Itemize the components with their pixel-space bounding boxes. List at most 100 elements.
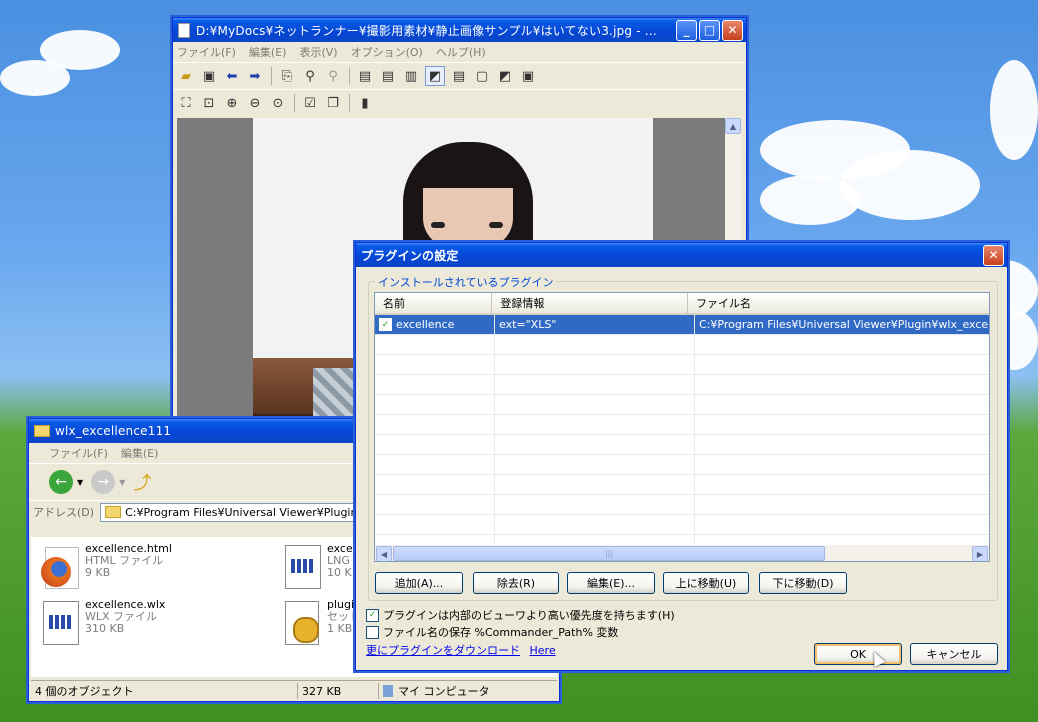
toolbar-separator bbox=[349, 94, 350, 112]
toolbar-separator bbox=[294, 94, 295, 112]
scroll-right-icon[interactable]: ▶ bbox=[972, 546, 988, 561]
rtf-mode-icon[interactable]: ◩ bbox=[496, 67, 514, 85]
scroll-left-icon[interactable]: ◀ bbox=[376, 546, 392, 561]
document-icon bbox=[279, 543, 323, 591]
file-item[interactable]: plugi セット 1 KB bbox=[279, 599, 360, 647]
save-icon[interactable]: ▣ bbox=[200, 67, 218, 85]
fit-window-icon[interactable]: ⛶ bbox=[177, 94, 195, 112]
toolbar-separator bbox=[271, 67, 272, 85]
cancel-button[interactable]: キャンセル bbox=[910, 643, 998, 665]
installed-plugins-group: インストールされているプラグイン 名前 登録情報 ファイル名 ✓ excelle… bbox=[368, 274, 998, 601]
row-file: C:¥Program Files¥Universal Viewer¥Plugin… bbox=[699, 318, 989, 331]
ok-button[interactable]: OK bbox=[814, 643, 902, 665]
copy-icon[interactable]: ⎘ bbox=[278, 67, 296, 85]
list-header: 名前 登録情報 ファイル名 bbox=[375, 293, 989, 315]
file-size: 310 KB bbox=[85, 622, 125, 635]
web-mode-icon[interactable]: ▢ bbox=[473, 67, 491, 85]
document-icon bbox=[37, 599, 81, 647]
back-arrow-icon[interactable]: ⬅ bbox=[223, 67, 241, 85]
maximize-button[interactable]: □ bbox=[699, 19, 720, 41]
status-location: マイ コンピュータ bbox=[379, 683, 553, 699]
file-size: 10 K bbox=[327, 566, 352, 579]
zoom-in-icon[interactable]: ⊕ bbox=[223, 94, 241, 112]
download-links: 更にプラグインをダウンロード Here bbox=[366, 642, 556, 658]
zoom-out-icon[interactable]: ⊖ bbox=[246, 94, 264, 112]
toolbar-separator bbox=[349, 67, 350, 85]
menu-options[interactable]: オプション(O) bbox=[351, 44, 423, 60]
forward-dropdown-icon[interactable]: ▼ bbox=[119, 478, 125, 487]
address-value: C:¥Program Files¥Universal Viewer¥Plugin… bbox=[125, 505, 374, 519]
binary-mode-icon[interactable]: ▤ bbox=[379, 67, 397, 85]
media-mode-icon[interactable]: ▤ bbox=[450, 67, 468, 85]
window-icon[interactable]: ❐ bbox=[324, 94, 342, 112]
plugin-mode-icon[interactable]: ▣ bbox=[519, 67, 537, 85]
viewer-title: D:¥MyDocs¥ネットランナー¥撮影用素材¥静止画像サンプル¥はいてない3.… bbox=[196, 23, 657, 38]
menu-edit[interactable]: 編集(E) bbox=[249, 44, 287, 60]
forward-arrow-icon[interactable]: ➡ bbox=[246, 67, 264, 85]
back-button[interactable]: ← bbox=[49, 470, 73, 494]
close-button[interactable]: ✕ bbox=[983, 244, 1004, 266]
move-up-button[interactable]: 上に移動(U) bbox=[663, 572, 749, 594]
row-info: ext="XLS" bbox=[495, 315, 695, 334]
menu-help[interactable]: ヘルプ(H) bbox=[436, 44, 486, 60]
document-icon bbox=[178, 22, 190, 38]
up-folder-icon[interactable]: ⤴ bbox=[133, 469, 151, 495]
viewer-menubar: ファイル(F) 編集(E) 表示(V) オプション(O) ヘルプ(H) bbox=[173, 42, 746, 62]
settings-check-icon[interactable]: ☑ bbox=[301, 94, 319, 112]
status-location-label: マイ コンピュータ bbox=[398, 685, 490, 698]
back-dropdown-icon[interactable]: ▼ bbox=[77, 478, 83, 487]
original-size-icon[interactable]: ⊡ bbox=[200, 94, 218, 112]
commander-path-option[interactable]: ファイル名の保存 %Commander_Path% 変数 bbox=[366, 624, 618, 640]
find-icon[interactable]: ⚲ bbox=[301, 67, 319, 85]
scroll-thumb[interactable]: ||| bbox=[393, 546, 825, 561]
remove-button[interactable]: 除去(R) bbox=[473, 572, 559, 594]
explorer-menu-file[interactable]: ファイル(F) bbox=[49, 445, 108, 461]
computer-icon bbox=[383, 685, 393, 697]
row-name: excellence bbox=[396, 318, 455, 331]
viewer-toolbar-1: ▰ ▣ ⬅ ➡ ⎘ ⚲ ⚲ ▤ ▤ ▥ ◩ ▤ ▢ ◩ ▣ bbox=[173, 62, 746, 89]
image-mode-icon[interactable]: ◩ bbox=[425, 66, 445, 86]
add-button[interactable]: 追加(A)... bbox=[375, 572, 463, 594]
hex-mode-icon[interactable]: ▥ bbox=[402, 67, 420, 85]
text-mode-icon[interactable]: ▤ bbox=[356, 67, 374, 85]
priority-label: プラグインは内部のビューワより高い優先度を持ちます(H) bbox=[383, 609, 675, 622]
explorer-menu-edit[interactable]: 編集(E) bbox=[121, 445, 159, 461]
open-folder-icon[interactable]: ▰ bbox=[177, 67, 195, 85]
here-link[interactable]: Here bbox=[530, 644, 556, 657]
plugin-list[interactable]: 名前 登録情報 ファイル名 ✓ excellence ext="XLS" C:¥… bbox=[374, 292, 990, 562]
file-item[interactable]: excellence.wlx WLX ファイル 310 KB bbox=[37, 599, 165, 647]
download-plugins-link[interactable]: 更にプラグインをダウンロード bbox=[366, 644, 520, 657]
dialog-titlebar[interactable]: プラグインの設定 ✕ bbox=[356, 243, 1007, 267]
zoom-original-icon[interactable]: ⊙ bbox=[269, 94, 287, 112]
column-name[interactable]: 名前 bbox=[375, 293, 493, 313]
firefox-html-icon bbox=[37, 543, 81, 591]
status-bar: 4 個のオブジェクト 327 KB マイ コンピュータ bbox=[31, 680, 557, 701]
priority-option[interactable]: ✓ プラグインは内部のビューワより高い優先度を持ちます(H) bbox=[366, 607, 675, 623]
viewer-titlebar[interactable]: D:¥MyDocs¥ネットランナー¥撮影用素材¥静止画像サンプル¥はいてない3.… bbox=[173, 18, 746, 42]
group-label: インストールされているプラグイン bbox=[375, 274, 557, 290]
horizontal-scrollbar[interactable]: ◀ ||| ▶ bbox=[375, 545, 989, 561]
scroll-up-icon[interactable]: ▲ bbox=[725, 118, 741, 134]
priority-checkbox[interactable]: ✓ bbox=[366, 608, 379, 622]
forward-button[interactable]: → bbox=[91, 470, 116, 494]
file-item[interactable]: excellence.html HTML ファイル 9 KB bbox=[37, 543, 172, 591]
edit-button[interactable]: 編集(E)... bbox=[567, 572, 655, 594]
status-objects: 4 個のオブジェクト bbox=[31, 683, 298, 699]
address-label: アドレス(D) bbox=[33, 506, 95, 519]
column-info[interactable]: 登録情報 bbox=[492, 293, 688, 313]
menu-file[interactable]: ファイル(F) bbox=[177, 44, 236, 60]
file-item[interactable]: exce LNG 10 K bbox=[279, 543, 353, 591]
close-button[interactable]: ✕ bbox=[722, 19, 743, 41]
find-next-icon[interactable]: ⚲ bbox=[324, 67, 342, 85]
commander-path-checkbox[interactable] bbox=[366, 625, 379, 639]
viewer-toolbar-2: ⛶ ⊡ ⊕ ⊖ ⊙ ☑ ❐ ▮ bbox=[173, 89, 746, 116]
row-checkbox[interactable]: ✓ bbox=[379, 318, 392, 331]
menu-view[interactable]: 表示(V) bbox=[299, 44, 337, 60]
move-down-button[interactable]: 下に移動(D) bbox=[759, 572, 847, 594]
table-row[interactable]: ✓ excellence ext="XLS" C:¥Program Files¥… bbox=[375, 315, 989, 335]
folder-icon bbox=[34, 425, 50, 437]
row-name-cell: ✓ excellence bbox=[375, 315, 495, 334]
fullscreen-icon[interactable]: ▮ bbox=[356, 94, 374, 112]
column-file[interactable]: ファイル名 bbox=[688, 293, 989, 313]
minimize-button[interactable]: _ bbox=[676, 19, 697, 41]
